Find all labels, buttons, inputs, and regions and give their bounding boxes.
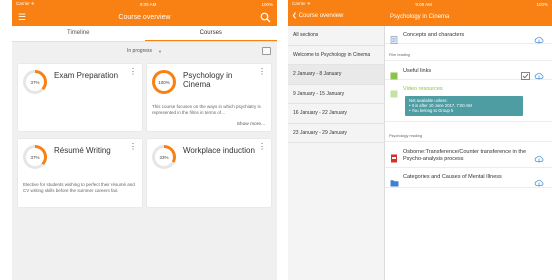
status-bar: Carrier ✈ 9:08 AM 100%: [12, 0, 277, 8]
back-button[interactable]: ❮ Course overview: [292, 12, 343, 19]
tab-bar: Timeline Courses: [12, 26, 277, 42]
sidebar-item-week-1[interactable]: 2 January - 8 January: [288, 65, 384, 85]
progress-ring: 33%: [152, 145, 176, 169]
course-title[interactable]: Exam Preparation: [54, 71, 132, 80]
item-label: Osborne:Transference/Counter transferenc…: [403, 149, 527, 162]
view-toggle-icon[interactable]: [262, 47, 271, 55]
app-screenshots: Carrier ✈ 9:08 AM 100% ☰ Course overview…: [0, 0, 552, 280]
course-overview-screen: Carrier ✈ 9:08 AM 100% ☰ Course overview…: [12, 0, 277, 280]
progress-label: 33%: [159, 154, 169, 160]
clock-label: 9:08 AM: [139, 1, 157, 7]
item-label: Concepts and characters: [403, 32, 465, 38]
sections-sidebar: All sections Welcome to Psychology in Ci…: [288, 26, 385, 280]
list-item[interactable]: Categories and Causes of Mental Illness: [385, 168, 552, 188]
carrier-label: Carrier ✈: [292, 1, 311, 6]
sidebar-item-welcome[interactable]: Welcome to Psychology in Cinema: [288, 46, 384, 65]
cloud-download-icon[interactable]: [534, 31, 544, 44]
course-description: This course focuses on the ways in which…: [152, 104, 261, 115]
more-options-icon[interactable]: ⋮: [258, 68, 266, 76]
section-header: Psychology reading: [389, 134, 423, 138]
course-title[interactable]: Résumé Writing: [54, 146, 132, 155]
list-item[interactable]: Concepts and characters: [385, 26, 552, 44]
back-label: Course overview: [298, 13, 344, 19]
progress-label: 37%: [30, 154, 40, 160]
course-title[interactable]: Workplace induction: [183, 146, 261, 155]
split-view: All sections Welcome to Psychology in Ci…: [288, 26, 552, 280]
restriction-line: • You belong to Group 5: [409, 108, 454, 114]
cloud-download-icon[interactable]: [534, 150, 544, 163]
page-title: Psychology in Cinema: [390, 14, 450, 20]
carrier-label: Carrier ✈: [16, 1, 35, 6]
progress-ring: 100%: [152, 70, 176, 94]
cloud-download-icon[interactable]: [534, 174, 544, 187]
nav-bar: ☰ Course overview: [12, 8, 277, 26]
page-title: Course overview: [118, 13, 171, 21]
filter-select[interactable]: In progress: [127, 48, 152, 54]
status-bar: Carrier ✈ 9:08 AM 100%: [288, 0, 552, 8]
cloud-download-icon[interactable]: [534, 67, 544, 80]
show-more-link[interactable]: Show more...: [237, 122, 265, 127]
course-detail-screen: Carrier ✈ 9:08 AM 100% ❮ Course overview…: [288, 0, 552, 280]
item-label: Video resources: [403, 86, 443, 92]
clock-label: 9:08 AM: [415, 1, 432, 7]
pdf-icon: [390, 150, 398, 163]
video-icon: [390, 85, 398, 98]
progress-label: 100%: [158, 79, 170, 85]
item-label: Useful links: [403, 68, 432, 74]
restriction-notice: Not available unless: • It is after 10 J…: [405, 96, 523, 116]
chevron-left-icon: ❮: [292, 13, 298, 19]
progress-label: 37%: [30, 79, 40, 85]
page-icon: [390, 31, 398, 44]
progress-ring: 37%: [23, 145, 47, 169]
section-content: Concepts and characters Film reading Use…: [385, 26, 552, 280]
link-icon: [390, 67, 398, 80]
sidebar-item-week-2[interactable]: 9 January - 15 January: [288, 85, 384, 104]
sidebar-item-week-4[interactable]: 23 January - 29 January: [288, 124, 384, 143]
section-header: Film reading: [389, 53, 410, 57]
sidebar-item-week-3[interactable]: 16 January - 22 January: [288, 104, 384, 124]
battery-label: 100%: [261, 1, 273, 7]
more-options-icon[interactable]: ⋮: [258, 143, 266, 151]
more-options-icon[interactable]: ⋮: [129, 143, 137, 151]
course-card[interactable]: 100% Psychology in Cinema ⋮ This course …: [147, 64, 271, 131]
course-description: Elective for students wishing to perfect…: [23, 182, 135, 193]
sidebar-item-all-sections[interactable]: All sections: [288, 26, 384, 46]
tab-timeline[interactable]: Timeline: [12, 26, 145, 41]
course-title[interactable]: Psychology in Cinema: [183, 71, 261, 89]
list-item[interactable]: Osborne:Transference/Counter transferenc…: [385, 141, 552, 168]
nav-bar: ❮ Course overview Psychology in Cinema: [288, 8, 552, 26]
search-icon[interactable]: [260, 10, 271, 28]
item-label: Categories and Causes of Mental Illness: [403, 174, 502, 180]
battery-label: 100%: [536, 1, 548, 7]
more-options-icon[interactable]: ⋮: [129, 68, 137, 76]
list-item[interactable]: Useful links: [385, 60, 552, 80]
course-card[interactable]: 37% Exam Preparation ⋮: [18, 64, 142, 131]
progress-ring: 37%: [23, 70, 47, 94]
course-card[interactable]: 37% Résumé Writing ⋮ Elective for studen…: [18, 139, 142, 207]
tab-courses[interactable]: Courses: [144, 26, 277, 41]
filter-bar: In progress ▼: [12, 42, 277, 60]
course-card[interactable]: 33% Workplace induction ⋮: [147, 139, 271, 207]
chevron-down-icon[interactable]: ▼: [158, 49, 162, 54]
folder-icon: [390, 174, 399, 187]
